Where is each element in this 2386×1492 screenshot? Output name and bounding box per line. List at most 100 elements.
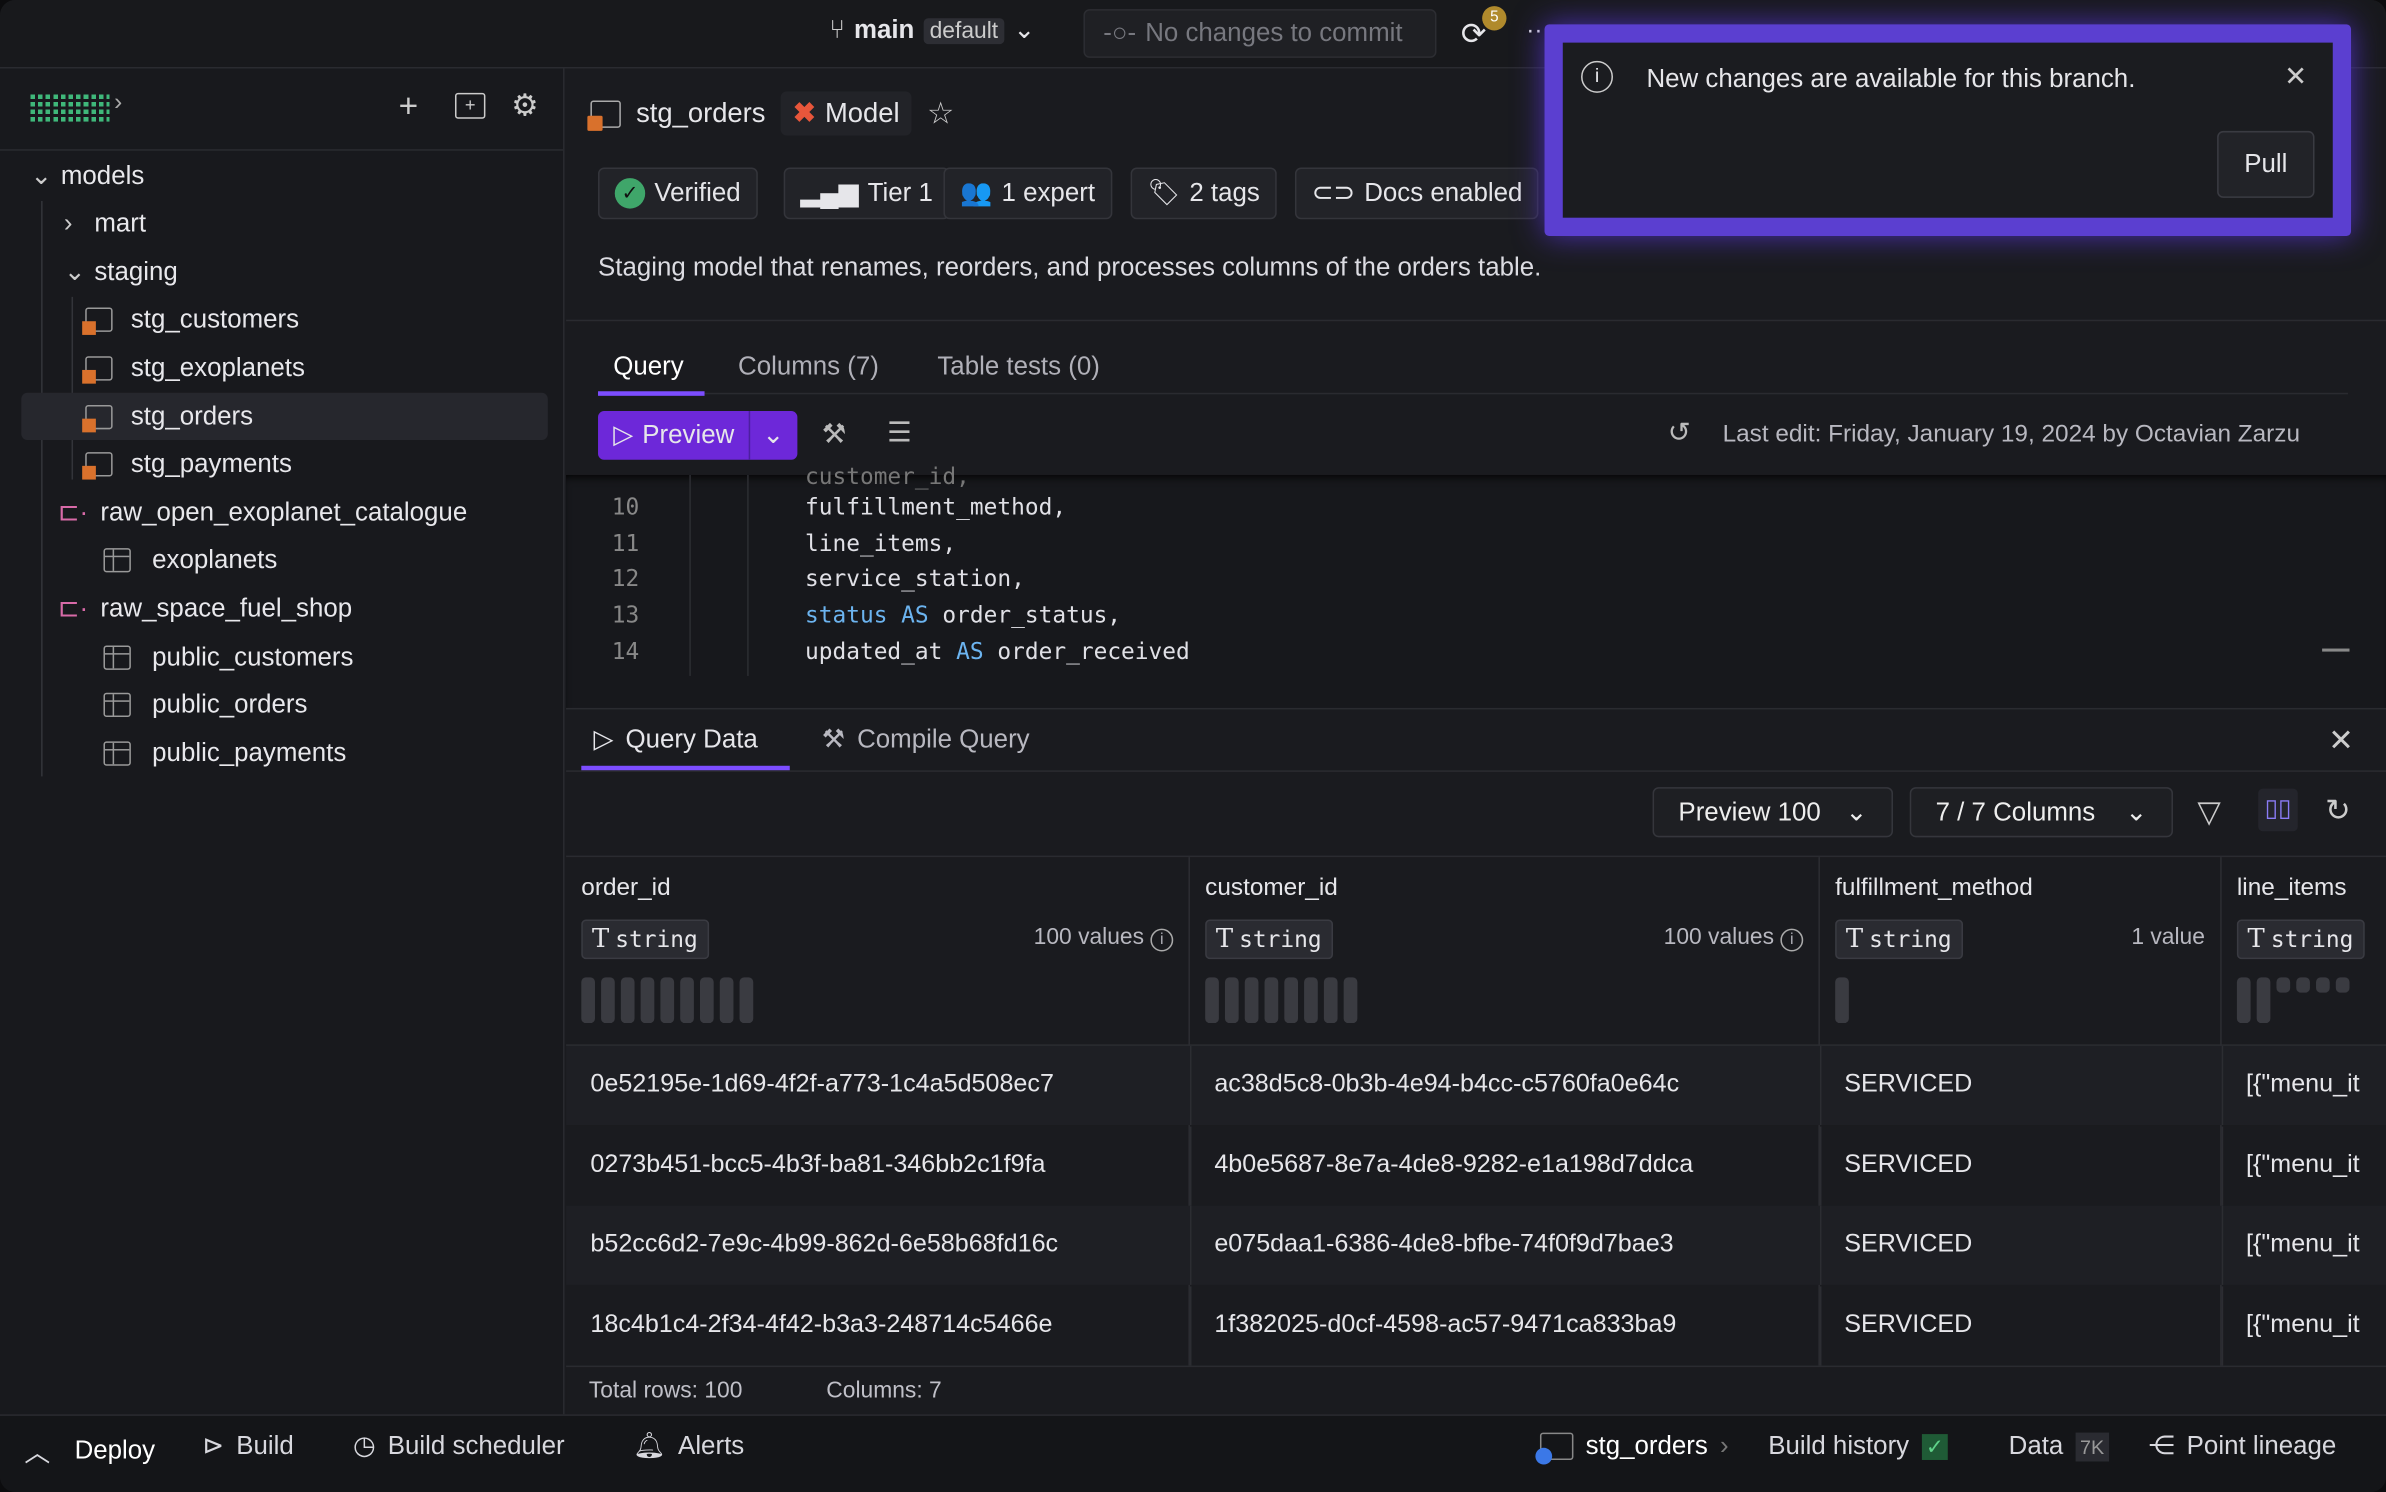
format-icon[interactable]: ☰	[887, 417, 912, 449]
line-number: 13	[611, 601, 640, 629]
refresh-icon[interactable]: ↻	[2325, 792, 2351, 830]
table-cell: SERVICED	[1844, 1070, 1973, 1098]
column-profile-icon[interactable]: ▯▯	[2258, 788, 2298, 832]
tree-item-raw-open-exoplanet-catalogue[interactable]: ⊏· raw_open_exoplanet_catalogue	[21, 489, 548, 536]
point-lineage-button[interactable]: ⋲ Point lineage	[2149, 1431, 2337, 1461]
distribution-bar	[1244, 977, 1259, 1024]
tree-item-label: public_payments	[152, 737, 347, 767]
chevron-right-icon[interactable]: ›	[114, 90, 122, 117]
line-number: 12	[611, 565, 640, 593]
tree-item-label: mart	[94, 208, 147, 238]
table-row[interactable]: 0e52195e-1d69-4f2f-a773-1c4a5d508ec7 ac38…	[566, 1045, 2386, 1126]
pull-button[interactable]: Pull	[2217, 130, 2315, 198]
tree-item-mart[interactable]: › mart	[21, 200, 548, 247]
branch-tag: default	[923, 17, 1005, 44]
bell-icon: 🔔︎	[633, 1431, 666, 1460]
branch-name: main	[853, 15, 915, 45]
tree-item-stg-customers[interactable]: stg_customers	[21, 297, 548, 344]
docs-badge[interactable]: ⊂⊃ Docs enabled	[1294, 167, 1540, 220]
star-icon[interactable]: ☆	[927, 94, 954, 132]
tree-item-public-customers[interactable]: public_customers	[21, 633, 548, 680]
data-button[interactable]: Data 7K	[2009, 1431, 2109, 1461]
tab-query-data[interactable]: ▷ Query Data	[593, 725, 757, 755]
tab-label: Query Data	[625, 724, 758, 754]
tree-item-label: exoplanets	[152, 545, 278, 575]
text-type-icon: T	[2247, 924, 2265, 955]
model-icon	[82, 307, 113, 336]
experts-badge[interactable]: 👥 1 expert	[943, 167, 1112, 220]
build-history-button[interactable]: Build history ✓	[1768, 1431, 1949, 1461]
distribution-bar	[1343, 977, 1358, 1024]
source-icon: ⊏·	[57, 497, 89, 527]
gear-icon[interactable]: ⚙	[511, 87, 538, 125]
tree-item-public-orders[interactable]: public_orders	[21, 681, 548, 728]
model-breadcrumb[interactable]: stg_orders ›	[1535, 1431, 1729, 1465]
tree-item-exoplanets[interactable]: exoplanets	[21, 537, 548, 584]
branch-selector[interactable]: ⑂ main default ⌄	[829, 15, 1035, 45]
table-cell: SERVICED	[1844, 1310, 1973, 1338]
alerts-button[interactable]: 🔔︎ Alerts	[633, 1431, 744, 1461]
tree-item-stg-payments[interactable]: stg_payments	[21, 441, 548, 488]
build-scheduler-button[interactable]: ◷ Build scheduler	[353, 1431, 565, 1461]
preview-limit-select[interactable]: Preview 100 ⌄	[1652, 787, 1893, 838]
line-number: 11	[611, 529, 640, 557]
divider	[598, 392, 2348, 395]
total-columns: Columns: 7	[826, 1377, 942, 1404]
tab-table-tests[interactable]: Table tests (0)	[937, 352, 1099, 382]
tree-item-public-payments[interactable]: public_payments	[21, 730, 548, 777]
close-icon[interactable]: ✕	[2328, 722, 2354, 760]
tree-item-raw-space-fuel-shop[interactable]: ⊏· raw_space_fuel_shop	[21, 585, 548, 632]
bar-chart-icon: ▂▄▆	[800, 178, 859, 208]
line-number: 14	[611, 637, 640, 665]
tab-query[interactable]: Query	[613, 352, 683, 382]
type-badge: Tstring	[581, 919, 709, 960]
verified-badge[interactable]: ✓ Verified	[598, 167, 758, 220]
select-value: Preview 100	[1678, 796, 1821, 826]
distribution-bar	[2236, 977, 2251, 1024]
chevron-right-icon: ›	[63, 208, 73, 238]
tree-item-staging[interactable]: ⌄ staging	[21, 248, 548, 295]
tags-badge[interactable]: 🏷 2 tags	[1130, 167, 1277, 220]
info-icon: i	[1581, 60, 1614, 93]
filter-icon[interactable]: ▽	[2197, 793, 2220, 831]
tree-item-models[interactable]: ⌄ models	[21, 152, 548, 199]
value-count: 100 values i	[1664, 924, 1804, 952]
table-row[interactable]: 0273b451-bcc5-4b3f-ba81-346bb2c1f9fa 4b0e…	[566, 1125, 2386, 1205]
hammer-icon: ⚒	[821, 724, 845, 754]
text-type-icon: T	[1215, 924, 1234, 955]
logo-icon	[30, 94, 110, 122]
chevron-down-icon: ⌄	[2125, 796, 2148, 826]
badge-label: Verified	[654, 178, 741, 208]
type-badge: Tstring	[2236, 919, 2365, 960]
columns-select[interactable]: 7 / 7 Columns ⌄	[1909, 787, 2173, 838]
clock-icon: ◷	[353, 1431, 376, 1460]
tab-compile-query[interactable]: ⚒ Compile Query	[822, 725, 1030, 755]
table-cell: 4b0e5687-8e7a-4de8-9282-e1a198d7ddca	[1214, 1150, 1694, 1178]
model-description: Staging model that renames, reorders, an…	[598, 252, 1542, 282]
table-cell: e075daa1-6386-4de8-bfbe-74f0f9d7bae3	[1214, 1230, 1674, 1258]
table-row[interactable]: 18c4b1c4-2f34-4f42-b3a3-248714c5466e 1f38…	[566, 1285, 2386, 1365]
results-footer: Total rows: 100 Columns: 7	[566, 1365, 2386, 1415]
tree-item-stg-exoplanets[interactable]: stg_exoplanets	[21, 345, 548, 392]
new-folder-icon[interactable]: +	[454, 92, 486, 119]
code-editor[interactable]: customer_id, 10 fulfillment_method, 11 line…	[566, 463, 2386, 708]
tab-columns[interactable]: Columns (7)	[738, 352, 879, 382]
deploy-button[interactable]: ︿ Deploy	[24, 1431, 155, 1469]
table-cell: [{"menu_it	[2246, 1070, 2360, 1098]
commit-button[interactable]: -○- No changes to commit	[1083, 9, 1437, 58]
preview-button[interactable]: ▷ Preview	[598, 411, 751, 460]
sync-button[interactable]: ⟳ 5	[1461, 6, 1507, 53]
status-label: Build history	[1768, 1431, 1910, 1460]
hammer-icon[interactable]: ⚒	[822, 419, 847, 451]
distribution-bar	[620, 977, 635, 1024]
add-icon[interactable]: +	[399, 87, 419, 127]
model-kind-label: Model	[824, 97, 900, 128]
build-button[interactable]: ⊳ Build	[202, 1431, 293, 1461]
preview-dropdown[interactable]: ⌄	[750, 420, 784, 450]
close-icon[interactable]: ✕	[2284, 61, 2307, 93]
tier-badge[interactable]: ▂▄▆ Tier 1	[783, 167, 950, 220]
table-cell: 0273b451-bcc5-4b3f-ba81-346bb2c1f9fa	[590, 1150, 1046, 1178]
tree-item-stg-orders[interactable]: stg_orders	[21, 392, 548, 440]
table-row[interactable]: b52cc6d2-7e9c-4b99-862d-6e58b68fd16c e075…	[566, 1205, 2386, 1285]
code-line: customer_id,	[804, 462, 970, 491]
